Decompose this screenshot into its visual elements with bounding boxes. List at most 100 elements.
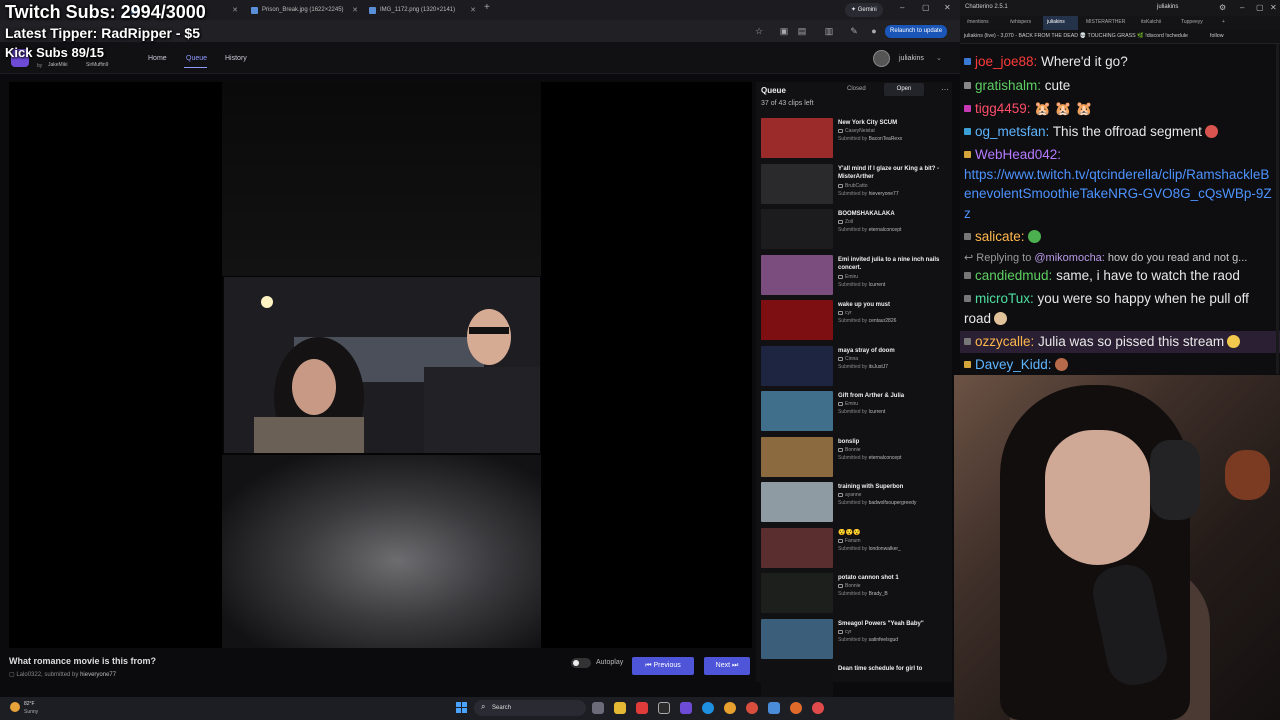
nav-history[interactable]: History: [225, 55, 247, 62]
chat-tab[interactable]: Tuppeeyy: [1181, 19, 1203, 25]
queue-item[interactable]: Emi invited julia to a nine inch nails c…: [761, 255, 951, 297]
weather-sun-icon[interactable]: [10, 702, 20, 712]
queue-thumbnail[interactable]: [761, 164, 833, 204]
queue-item[interactable]: bonslip Bonnie Submitted by eternalconcept: [761, 437, 951, 479]
puzzle-icon[interactable]: ✎: [849, 26, 859, 36]
edge-icon[interactable]: [702, 702, 714, 714]
chat-tab[interactable]: itsKatchii: [1141, 19, 1161, 25]
browser-tab[interactable]: IMG_1172.png (1320×2141) ✕: [366, 3, 478, 18]
queue-thumbnail[interactable]: [761, 528, 833, 568]
queue-thumbnail[interactable]: [761, 255, 833, 295]
author-link[interactable]: JakeMiki: [48, 62, 67, 68]
queue-item-author: CaseyNeistat: [838, 128, 875, 134]
queue-thumbnail[interactable]: [761, 118, 833, 158]
chat-link[interactable]: https://www.twitch.tv/qtcinderella/clip/…: [964, 167, 1272, 221]
chrome-icon[interactable]: [724, 702, 736, 714]
queue-item[interactable]: maya stray of doom Cinna Submitted by itsJ…: [761, 346, 951, 388]
clip-submitter[interactable]: hieveryone77: [80, 672, 116, 678]
queue-thumbnail[interactable]: [761, 209, 833, 249]
queue-item[interactable]: BOOMSHAKALAKA Zoil Submitted by eternalcon…: [761, 209, 951, 251]
close-icon[interactable]: ✕: [470, 3, 476, 18]
follow-button[interactable]: follow: [1210, 33, 1224, 39]
chat-tab[interactable]: MISTERARTHER: [1086, 19, 1125, 25]
task-view-icon[interactable]: [592, 702, 604, 714]
chat-username[interactable]: WebHead042:: [975, 147, 1061, 162]
queue-item[interactable]: Gift from Arther & Julia Emiru Submitted b…: [761, 391, 951, 433]
minimize-icon[interactable]: –: [1240, 3, 1244, 12]
app-icon[interactable]: [658, 702, 670, 714]
queue-item[interactable]: training with Superbon ayanne Submitted by…: [761, 482, 951, 524]
settings-icon[interactable]: ⚙: [1219, 3, 1226, 12]
gemini-button[interactable]: ✦ Gemini: [845, 3, 883, 17]
relaunch-button[interactable]: Relaunch to update: [885, 25, 948, 38]
app-icon[interactable]: [768, 702, 780, 714]
queue-thumbnail[interactable]: [761, 300, 833, 340]
app-icon[interactable]: [746, 702, 758, 714]
new-tab-icon[interactable]: +: [484, 2, 490, 13]
queue-item[interactable]: wake up you must cyr Submitted by centaur2…: [761, 300, 951, 342]
chat-scrollbar[interactable]: [1276, 44, 1279, 374]
extension-icon[interactable]: ▤: [797, 26, 807, 36]
queue-thumbnail[interactable]: [761, 437, 833, 477]
chat-username[interactable]: joe_joe88:: [975, 54, 1037, 69]
weather-temp[interactable]: 82°F: [24, 701, 35, 707]
minimize-icon[interactable]: –: [900, 3, 904, 12]
chat-account[interactable]: juliakins: [1157, 4, 1178, 10]
taskbar-search[interactable]: Search: [474, 700, 586, 716]
app-icon[interactable]: [680, 702, 692, 714]
chat-username[interactable]: Davey_Kidd:: [975, 357, 1052, 372]
close-icon[interactable]: ✕: [232, 3, 238, 18]
queue-closed-tab[interactable]: Closed: [847, 86, 866, 92]
chat-tab[interactable]: juliakins: [1047, 19, 1065, 25]
queue-item[interactable]: potato cannon shot 1 Bonnie Submitted by B…: [761, 573, 951, 615]
extension-icon[interactable]: ▥: [824, 26, 834, 36]
avatar[interactable]: [873, 50, 890, 67]
chat-username[interactable]: candiedmud:: [975, 268, 1052, 283]
queue-open-tab[interactable]: Open: [884, 83, 924, 96]
nav-queue[interactable]: Queue: [186, 55, 207, 62]
user-menu-name[interactable]: juliakins: [899, 55, 924, 62]
queue-thumbnail[interactable]: [761, 346, 833, 386]
queue-item[interactable]: New York City SCUM CaseyNeistat Submitted …: [761, 118, 951, 160]
clip-author[interactable]: Lalo0322: [16, 672, 41, 678]
app-icon[interactable]: [812, 702, 824, 714]
chat-username[interactable]: gratishalm:: [975, 78, 1041, 93]
chat-username[interactable]: ozzycalle:: [975, 334, 1034, 349]
file-explorer-icon[interactable]: [614, 702, 626, 714]
chat-tab[interactable]: /whispers: [1010, 19, 1031, 25]
extension-icon[interactable]: ▣: [779, 26, 789, 36]
star-icon[interactable]: ☆: [754, 26, 764, 36]
reply-context[interactable]: ↩ Replying to @mikomocha: how do you rea…: [964, 251, 1276, 264]
weather-condition[interactable]: Sunny: [24, 709, 38, 715]
more-options-icon[interactable]: ⋯: [941, 85, 949, 94]
profile-icon[interactable]: ●: [869, 26, 879, 36]
close-window-icon[interactable]: ✕: [944, 3, 951, 12]
close-window-icon[interactable]: ✕: [1270, 3, 1277, 12]
queue-item[interactable]: 😯😯😯 Fanum Submitted by londonwalker_: [761, 528, 951, 570]
chat-tab[interactable]: /mentions: [967, 19, 989, 25]
maximize-icon[interactable]: ▢: [922, 3, 930, 12]
nav-home[interactable]: Home: [148, 55, 167, 62]
chat-username[interactable]: og_metsfan:: [975, 124, 1049, 139]
windows-start-icon[interactable]: [456, 702, 468, 714]
chat-username[interactable]: microTux:: [975, 291, 1034, 306]
next-button[interactable]: Next ⏭: [704, 657, 750, 675]
queue-thumbnail[interactable]: [761, 482, 833, 522]
queue-thumbnail[interactable]: [761, 619, 833, 659]
app-icon[interactable]: [636, 702, 648, 714]
firefox-icon[interactable]: [790, 702, 802, 714]
chat-username[interactable]: salicate:: [975, 229, 1025, 244]
queue-item[interactable]: Y'all mind if I glaze our King a bit? - …: [761, 164, 951, 206]
add-tab-icon[interactable]: +: [1222, 19, 1225, 25]
queue-thumbnail[interactable]: [761, 573, 833, 613]
close-icon[interactable]: ✕: [352, 3, 358, 18]
queue-thumbnail[interactable]: [761, 391, 833, 431]
browser-tab[interactable]: Prison_Break.jpg (1622×2245) ✕: [248, 3, 360, 18]
author-link[interactable]: SirMuffin9: [86, 62, 108, 68]
reply-mention[interactable]: @mikomocha:: [1034, 252, 1104, 264]
previous-button[interactable]: ⏮ Previous: [632, 657, 694, 675]
queue-item[interactable]: Smeagol Powers "Yeah Baby" cyr Submitted b…: [761, 619, 951, 661]
chevron-down-icon[interactable]: ⌄: [936, 54, 942, 62]
chat-username[interactable]: tigg4459:: [975, 101, 1031, 116]
maximize-icon[interactable]: ▢: [1256, 3, 1264, 12]
